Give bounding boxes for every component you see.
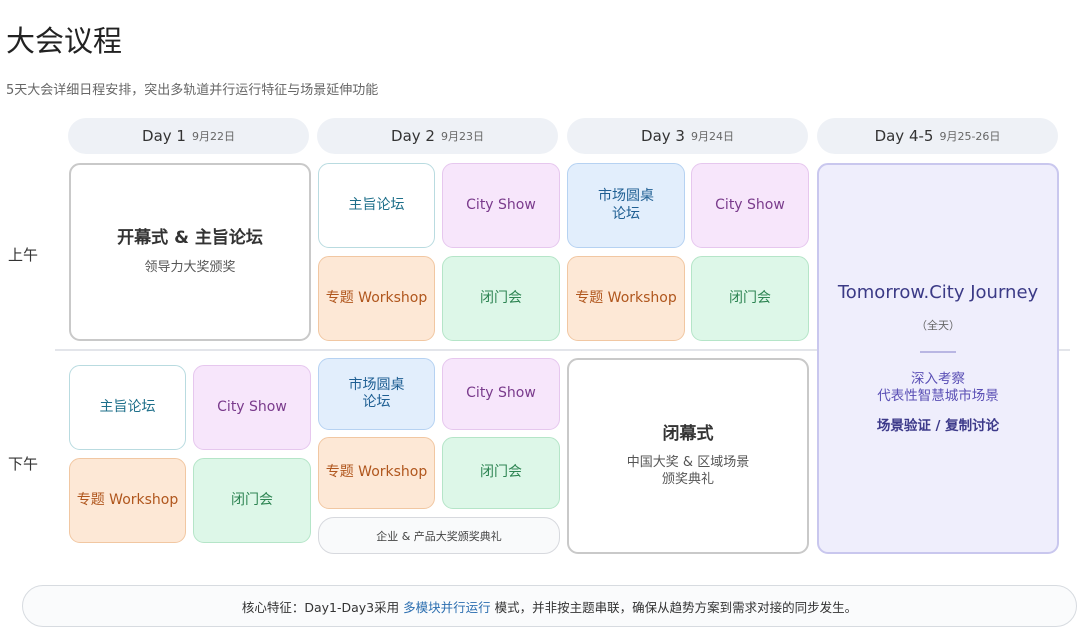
day-date: 9月24日 bbox=[690, 130, 734, 143]
day2-am-cityshow: City Show bbox=[442, 163, 560, 248]
closing-title: 闭幕式 bbox=[662, 424, 714, 445]
page-subtitle: 5天大会详细日程安排，突出多轨道并行运行特征与场景延伸功能 bbox=[6, 83, 379, 98]
period-pm-label: 下午 bbox=[8, 455, 39, 473]
day2-pm-cityshow: City Show bbox=[442, 358, 560, 430]
opening-title: 开幕式 & 主旨论坛 bbox=[117, 228, 263, 249]
day-header-3: Day 3 9月24日 bbox=[567, 118, 808, 154]
journey-line2: 场景验证 / 复制讨论 bbox=[876, 417, 1000, 434]
footer-suffix: 模式，并非按主题串联，确保从趋势方案到需求对接的同步发生。 bbox=[494, 599, 858, 615]
page-title: 大会议程 bbox=[6, 24, 123, 58]
day-header-1: Day 1 9月22日 bbox=[68, 118, 309, 154]
day-label: Day 4-5 bbox=[874, 127, 934, 145]
day3-am-market-roundtable: 市场圆桌 论坛 bbox=[567, 163, 685, 248]
day3-am-cityshow: City Show bbox=[691, 163, 809, 248]
day-header-4-5: Day 4-5 9月25-26日 bbox=[817, 118, 1058, 154]
period-am-label: 上午 bbox=[8, 246, 39, 264]
core-feature-footer: 核心特征：Day1-Day3采用 多模块并行运行 模式，并非按主题串联，确保从趋… bbox=[22, 585, 1077, 627]
journey-line1: 深入考察 代表性智慧城市场景 bbox=[877, 370, 999, 405]
day1-pm-cityshow: City Show bbox=[193, 365, 311, 450]
closing-subtitle: 中国大奖 & 区域场景 颁奖典礼 bbox=[626, 455, 750, 487]
day2-award-ceremony: 企业 & 产品大奖颁奖典礼 bbox=[318, 517, 560, 554]
day-header-2: Day 2 9月23日 bbox=[317, 118, 558, 154]
day45-journey-block: Tomorrow.City Journey （全天） 深入考察 代表性智慧城市场… bbox=[817, 163, 1059, 554]
day-label: Day 2 bbox=[391, 127, 435, 145]
day-date: 9月23日 bbox=[440, 130, 484, 143]
day2-pm-closed-meeting: 闭门会 bbox=[442, 437, 560, 509]
day-label: Day 1 bbox=[142, 127, 186, 145]
day1-pm-workshop: 专题 Workshop bbox=[69, 458, 186, 543]
day3-am-closed-meeting: 闭门会 bbox=[691, 256, 809, 341]
day1-pm-closed-meeting: 闭门会 bbox=[193, 458, 311, 543]
day2-am-closed-meeting: 闭门会 bbox=[442, 256, 560, 341]
opening-subtitle: 领导力大奖颁奖 bbox=[144, 259, 236, 275]
footer-prefix: 核心特征：Day1-Day3采用 bbox=[241, 599, 400, 615]
day2-pm-market-roundtable: 市场圆桌 论坛 bbox=[318, 358, 435, 430]
day-label: Day 3 bbox=[641, 127, 685, 145]
footer-highlight: 多模块并行运行 bbox=[403, 599, 491, 615]
day-date: 9月22日 bbox=[191, 130, 235, 143]
day2-am-workshop: 专题 Workshop bbox=[318, 256, 435, 341]
day-date: 9月25-26日 bbox=[939, 130, 1001, 143]
day1-opening-block: 开幕式 & 主旨论坛 领导力大奖颁奖 bbox=[69, 163, 311, 341]
day2-am-keynote: 主旨论坛 bbox=[318, 163, 435, 248]
day1-pm-keynote: 主旨论坛 bbox=[69, 365, 186, 450]
day3-am-workshop: 专题 Workshop bbox=[567, 256, 685, 341]
day3-closing-block: 闭幕式 中国大奖 & 区域场景 颁奖典礼 bbox=[567, 358, 809, 554]
journey-divider bbox=[920, 350, 956, 353]
day2-pm-workshop: 专题 Workshop bbox=[318, 437, 435, 509]
journey-title: Tomorrow.City Journey bbox=[837, 282, 1039, 304]
journey-fullday: （全天） bbox=[916, 318, 960, 332]
